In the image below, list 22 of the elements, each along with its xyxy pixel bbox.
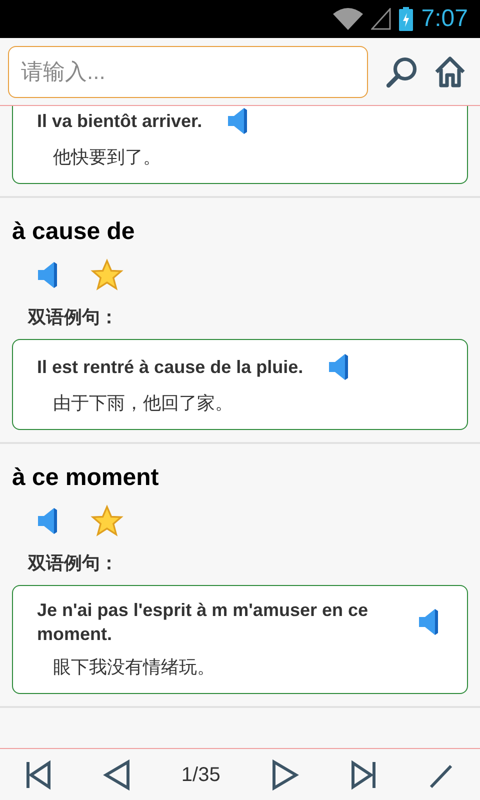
first-page-icon[interactable] (25, 760, 54, 790)
page-counter: 1/35 (181, 762, 220, 788)
star-icon[interactable] (90, 504, 124, 538)
entry-word: à ce moment (11, 463, 160, 493)
wifi-icon (333, 8, 364, 30)
french-sentence: Il est rentré à cause de la pluie. (37, 356, 304, 379)
previous-icon[interactable] (103, 758, 132, 790)
french-sentence: Il va bientôt arriver. (37, 110, 202, 133)
last-page-icon[interactable] (348, 760, 377, 790)
examples-label: 双语例句： (26, 552, 119, 575)
signal-icon (371, 8, 392, 30)
battery-icon (399, 7, 414, 31)
french-sentence: Je n'ai pas l'esprit à m m'amuser en ce moment. (37, 599, 369, 646)
chinese-translation: 由于下雨，他回了家。 (53, 392, 234, 415)
search-field[interactable]: 请输入... (8, 46, 368, 98)
chinese-translation: 他快要到了。 (53, 146, 162, 169)
entry-word: à cause de (11, 217, 136, 247)
next-icon[interactable] (270, 758, 299, 790)
examples-label: 双语例句： (26, 306, 119, 329)
chinese-translation: 眼下我没有情绪玩。 (53, 656, 216, 679)
clock-time: 7:07 (421, 4, 468, 34)
star-icon[interactable] (90, 258, 124, 292)
